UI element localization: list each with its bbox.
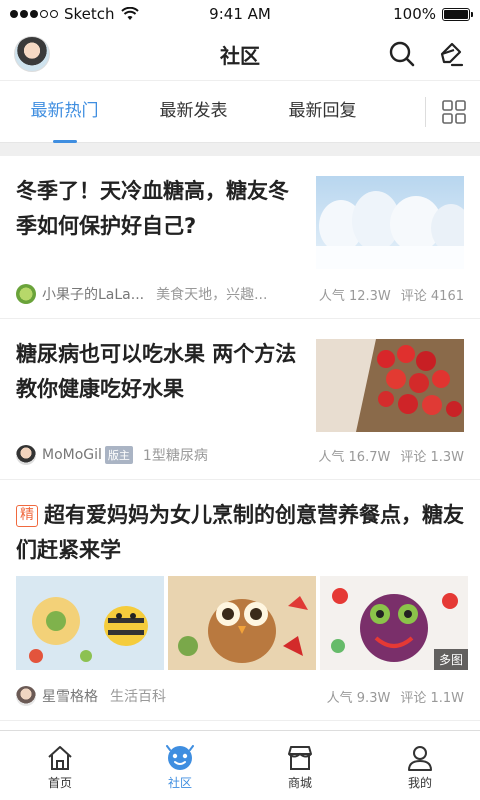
store-icon [288, 745, 312, 770]
battery-icon [442, 7, 473, 21]
post-title-block: 精超有爱妈妈为女儿烹制的创意营养餐点，糖友们赶紧来学 [16, 498, 466, 568]
post-thumbnail [316, 176, 464, 269]
tab-bar: 最新热门 最新发表 最新回复 [0, 80, 480, 143]
tab-divider [425, 96, 426, 127]
tabbar-label: 我的 [407, 775, 432, 790]
post-item[interactable]: 糖尿病也可以吃水果 两个方法教你健康吃好水果 MoMoGil 版主 1型糖尿病 … [0, 319, 480, 480]
post-item[interactable]: 精超有爱妈妈为女儿烹制的创意营养餐点，糖友们赶紧来学 多图 星雪格格 生活百科 … [0, 480, 480, 721]
post-title: 超有爱妈妈为女儿烹制的创意营养餐点，糖友们赶紧来学 [16, 503, 464, 562]
compose-icon[interactable] [438, 40, 466, 68]
moderator-badge: 版主 [104, 446, 133, 464]
author-avatar[interactable] [16, 686, 36, 706]
author-avatar[interactable] [16, 445, 36, 465]
tabbar-community[interactable]: 社区 [120, 731, 240, 800]
post-thumbnail [316, 339, 464, 432]
tabbar-label: 首页 [47, 775, 72, 790]
gallery-image: 多图 [320, 576, 468, 670]
multi-image-tag: 多图 [433, 649, 468, 670]
profile-icon [408, 745, 432, 771]
image-gallery: 多图 [16, 576, 468, 670]
tab-latest-hot[interactable]: 最新热门 [0, 81, 129, 143]
tabbar-store[interactable]: 商城 [240, 731, 360, 800]
featured-badge: 精 [16, 505, 38, 527]
tabbar-profile[interactable]: 我的 [360, 731, 480, 800]
popularity-count: 人气 9.3W [326, 690, 391, 706]
post-meta: 小果子的LaLa... 美食天地，兴趣... 人气 12.3W 评论 4161 [16, 284, 464, 304]
gallery-image [168, 576, 316, 670]
nav-bar: 社区 [0, 28, 480, 80]
post-meta: MoMoGil 版主 1型糖尿病 人气 16.7W 评论 1.3W [16, 445, 464, 465]
gallery-image [16, 576, 164, 670]
author-name[interactable]: 星雪格格 [42, 686, 98, 706]
tabbar-label: 商城 [287, 775, 312, 790]
home-icon [48, 745, 72, 770]
author-avatar[interactable] [16, 284, 36, 304]
status-bar: Sketch 9:41 AM 100% [0, 0, 480, 28]
battery-percent: 100% [393, 5, 436, 23]
community-icon [166, 744, 194, 770]
author-name[interactable]: MoMoGil [42, 447, 102, 463]
popularity-count: 人气 12.3W [318, 288, 391, 304]
tab-latest-posted[interactable]: 最新发表 [129, 81, 258, 143]
user-avatar[interactable] [14, 36, 50, 72]
group-name[interactable]: 1型糖尿病 [143, 445, 208, 465]
grid-icon[interactable] [442, 99, 466, 124]
section-gap [0, 142, 480, 156]
post-meta: 星雪格格 生活百科 人气 9.3W 评论 1.1W [16, 686, 464, 706]
tab-latest-replied[interactable]: 最新回复 [258, 81, 387, 143]
group-name[interactable]: 生活百科 [110, 686, 166, 706]
comment-count: 评论 1.3W [400, 449, 464, 465]
post-title: 糖尿病也可以吃水果 两个方法教你健康吃好水果 [16, 342, 297, 401]
tabbar-label: 社区 [167, 775, 192, 790]
comment-count: 评论 1.1W [400, 690, 464, 706]
signal-icon [10, 10, 58, 18]
search-icon[interactable] [388, 40, 416, 68]
wifi-icon [120, 7, 139, 20]
author-name[interactable]: 小果子的LaLa... [42, 284, 144, 304]
carrier-label: Sketch [64, 5, 115, 23]
post-title: 冬季了！天冷血糖高，糖友冬季如何保护好自己? [16, 179, 289, 238]
tabbar-home[interactable]: 首页 [0, 731, 120, 800]
bottom-tab-bar: 首页 社区 商城 我的 [0, 730, 480, 800]
post-item[interactable]: 冬季了！天冷血糖高，糖友冬季如何保护好自己? 小果子的LaLa... 美食天地，… [0, 156, 480, 319]
comment-count: 评论 4161 [400, 288, 464, 304]
group-name[interactable]: 美食天地，兴趣... [156, 284, 267, 304]
popularity-count: 人气 16.7W [318, 449, 391, 465]
